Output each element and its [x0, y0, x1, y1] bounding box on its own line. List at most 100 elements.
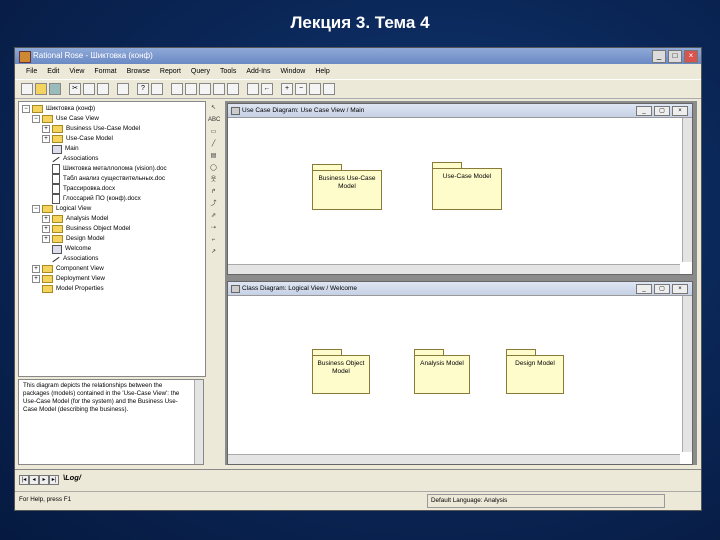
- last-tab-icon[interactable]: ▸|: [49, 475, 59, 485]
- expand-icon[interactable]: +: [42, 125, 50, 133]
- browse-previous-icon[interactable]: ←: [261, 83, 273, 95]
- view-doc-icon[interactable]: [151, 83, 163, 95]
- vertical-scrollbar[interactable]: [682, 296, 692, 452]
- use-case-icon[interactable]: ◯: [208, 163, 219, 173]
- menu-window[interactable]: Window: [275, 65, 310, 78]
- tree-design-model[interactable]: + Design Model: [42, 234, 105, 244]
- tree-associations[interactable]: Associations: [52, 254, 98, 264]
- tree-doc[interactable]: Табл анализ существительных.doc: [52, 174, 165, 184]
- tree-component-view[interactable]: + Component View: [32, 264, 104, 274]
- browse-parent-icon[interactable]: [247, 83, 259, 95]
- zoom-in-icon[interactable]: +: [281, 83, 293, 95]
- browse-interaction-icon[interactable]: [185, 83, 197, 95]
- restore-button[interactable]: ▢: [654, 284, 670, 294]
- package-use-case-model[interactable]: Use-Case Model: [432, 162, 502, 210]
- use-case-diagram-window[interactable]: Use Case Diagram: Use Case View / Main _…: [227, 103, 693, 275]
- menu-format[interactable]: Format: [89, 65, 121, 78]
- documentation-pane[interactable]: This diagram depicts the relationships b…: [18, 379, 204, 465]
- package-business-object-model[interactable]: Business Object Model: [312, 349, 370, 394]
- minimize-button[interactable]: _: [652, 50, 666, 63]
- menu-report[interactable]: Report: [155, 65, 186, 78]
- next-tab-icon[interactable]: ▸: [39, 475, 49, 485]
- minimize-button[interactable]: _: [636, 284, 652, 294]
- expand-icon[interactable]: +: [42, 135, 50, 143]
- generalization-icon[interactable]: ⇗: [208, 211, 219, 221]
- note-icon[interactable]: ▭: [208, 127, 219, 137]
- tree-business-object-model[interactable]: + Business Object Model: [42, 224, 130, 234]
- menu-help[interactable]: Help: [310, 65, 334, 78]
- actor-icon[interactable]: 웃: [208, 175, 219, 185]
- fit-in-window-icon[interactable]: [309, 83, 321, 95]
- browse-component-icon[interactable]: [199, 83, 211, 95]
- menu-add-ins[interactable]: Add-Ins: [241, 65, 275, 78]
- class-diagram-window[interactable]: Class Diagram: Logical View / Welcome _ …: [227, 281, 693, 465]
- expand-icon[interactable]: +: [42, 235, 50, 243]
- selector-icon[interactable]: ↖: [208, 103, 219, 113]
- dependency-icon[interactable]: ⤴: [208, 199, 219, 209]
- package-design-model[interactable]: Design Model: [506, 349, 564, 394]
- first-tab-icon[interactable]: |◂: [19, 475, 29, 485]
- collapse-icon[interactable]: −: [32, 115, 40, 123]
- anchor-icon[interactable]: ╱: [208, 139, 219, 149]
- realize-icon[interactable]: ⇢: [208, 223, 219, 233]
- doc-scrollbar[interactable]: [194, 380, 203, 464]
- menu-query[interactable]: Query: [186, 65, 215, 78]
- browse-deployment-icon[interactable]: [213, 83, 225, 95]
- tree-root[interactable]: − Шиктовка (конф): [22, 104, 95, 114]
- tree-doc[interactable]: Трассировка.docx: [52, 184, 115, 194]
- package-analysis-model[interactable]: Analysis Model: [414, 349, 470, 394]
- tree-doc[interactable]: Глоссарий ПО (конф).docx: [52, 194, 141, 204]
- browse-class-icon[interactable]: [171, 83, 183, 95]
- menu-browse[interactable]: Browse: [122, 65, 155, 78]
- tree-model-properties[interactable]: Model Properties: [42, 284, 104, 294]
- context-help-icon[interactable]: ?: [137, 83, 149, 95]
- close-button[interactable]: ×: [672, 106, 688, 116]
- undo-fit-icon[interactable]: [323, 83, 335, 95]
- minimize-button[interactable]: _: [636, 106, 652, 116]
- package-icon[interactable]: ▤: [208, 151, 219, 161]
- save-icon[interactable]: [49, 83, 61, 95]
- close-button[interactable]: ×: [684, 50, 698, 63]
- expand-icon[interactable]: +: [42, 225, 50, 233]
- new-file-icon[interactable]: [21, 83, 33, 95]
- vertical-scrollbar[interactable]: [682, 118, 692, 262]
- menu-tools[interactable]: Tools: [215, 65, 241, 78]
- menu-file[interactable]: File: [21, 65, 42, 78]
- paste-icon[interactable]: [97, 83, 109, 95]
- tree-business-use-case-model[interactable]: + Business Use-Case Model: [42, 124, 140, 134]
- text-tool-icon[interactable]: ABC: [208, 115, 220, 125]
- maximize-button[interactable]: □: [668, 50, 682, 63]
- log-tab[interactable]: \Log/: [63, 473, 81, 482]
- unidirectional-icon[interactable]: ↗: [208, 247, 219, 257]
- tree-welcome[interactable]: Welcome: [52, 244, 91, 254]
- open-folder-icon[interactable]: [35, 83, 47, 95]
- tree-main[interactable]: Main: [52, 144, 79, 154]
- tree-doc[interactable]: Шиктовка металлолома (vision).doc: [52, 164, 167, 174]
- line-icon[interactable]: ⌐: [208, 235, 219, 245]
- copy-icon[interactable]: [83, 83, 95, 95]
- association-tool-icon[interactable]: ↱: [208, 187, 219, 197]
- tree-associations[interactable]: Associations: [52, 154, 98, 164]
- browse-state-icon[interactable]: [227, 83, 239, 95]
- print-icon[interactable]: [117, 83, 129, 95]
- tree-use-case-view[interactable]: − Use Case View: [32, 114, 99, 124]
- menu-edit[interactable]: Edit: [42, 65, 64, 78]
- previous-tab-icon[interactable]: ◂: [29, 475, 39, 485]
- tree-deployment-view[interactable]: + Deployment View: [32, 274, 105, 284]
- tree-logical-view[interactable]: − Logical View: [32, 204, 91, 214]
- zoom-out-icon[interactable]: −: [295, 83, 307, 95]
- collapse-icon[interactable]: −: [32, 205, 40, 213]
- package-business-use-case-model[interactable]: Business Use-Case Model: [312, 164, 382, 210]
- close-button[interactable]: ×: [672, 284, 688, 294]
- expand-icon[interactable]: +: [42, 215, 50, 223]
- expand-icon[interactable]: +: [32, 275, 40, 283]
- restore-button[interactable]: ▢: [654, 106, 670, 116]
- tree-analysis-model[interactable]: + Analysis Model: [42, 214, 108, 224]
- collapse-icon[interactable]: −: [22, 105, 30, 113]
- horizontal-scrollbar[interactable]: [228, 454, 680, 464]
- tree-use-case-model[interactable]: + Use-Case Model: [42, 134, 113, 144]
- expand-icon[interactable]: +: [32, 265, 40, 273]
- cut-icon[interactable]: ✂: [69, 83, 81, 95]
- horizontal-scrollbar[interactable]: [228, 264, 680, 274]
- menu-view[interactable]: View: [64, 65, 89, 78]
